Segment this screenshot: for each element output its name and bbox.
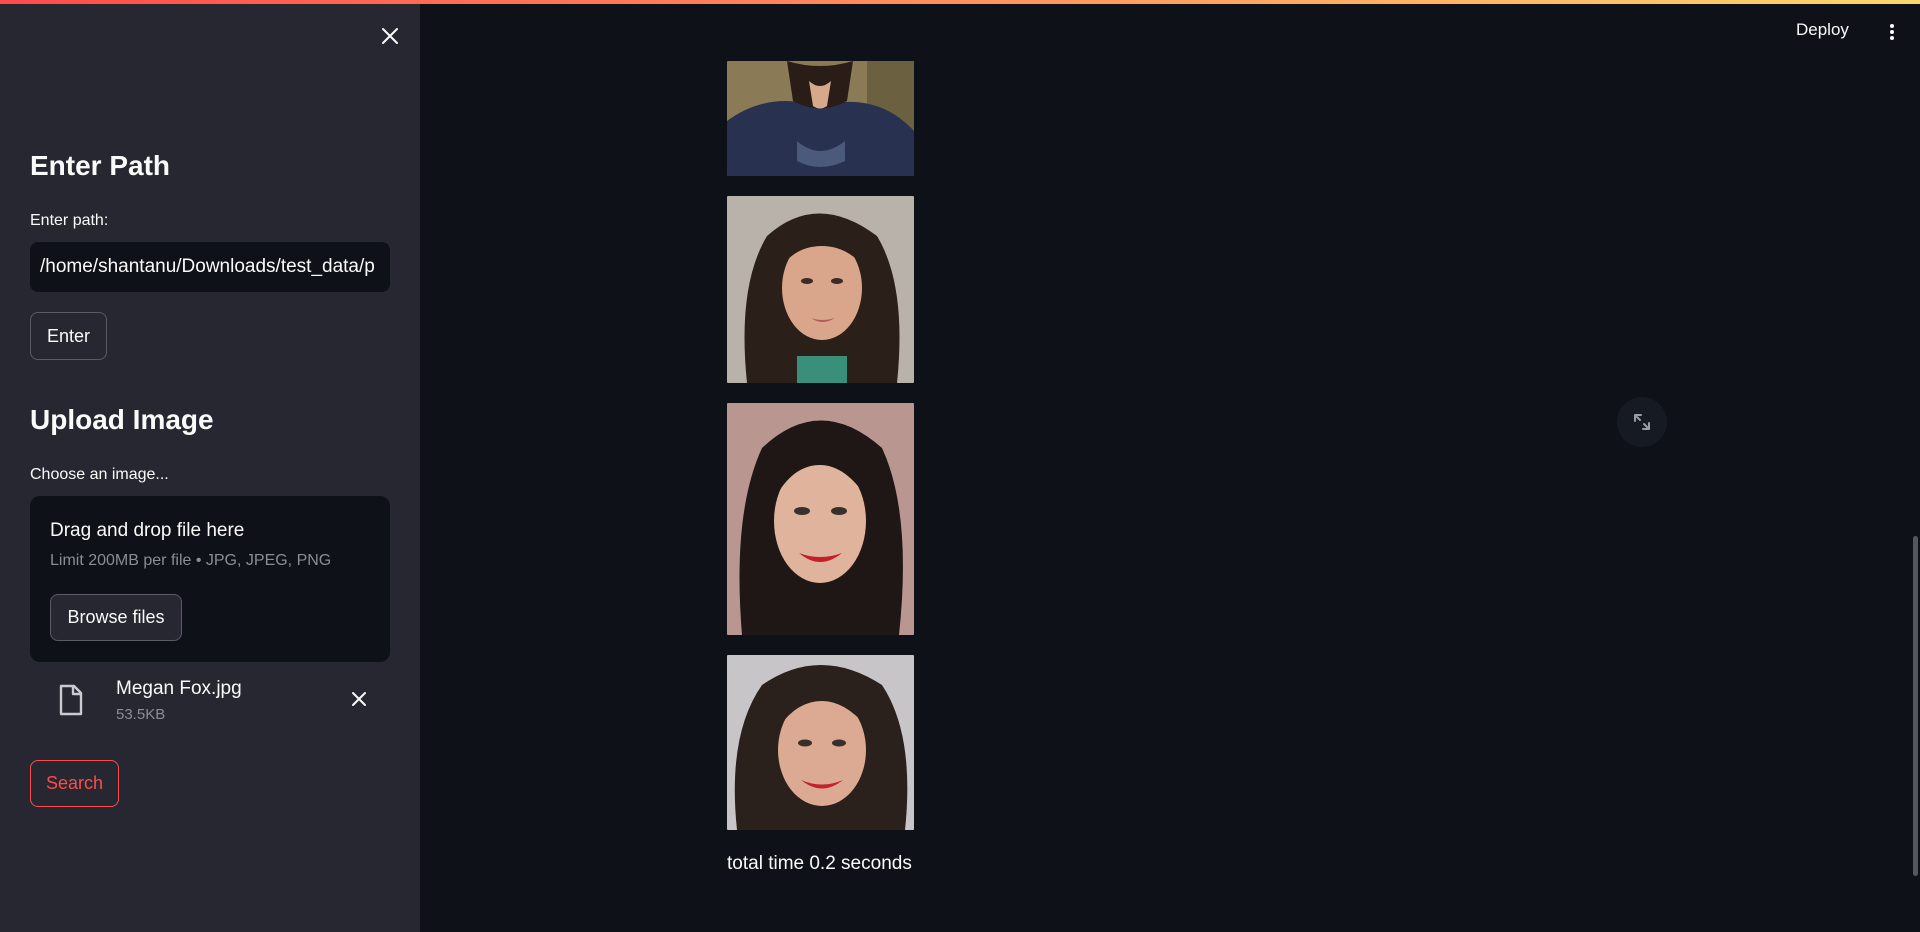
kebab-dot <box>1890 30 1894 34</box>
uploaded-file-item: Megan Fox.jpg 53.5KB <box>30 668 390 728</box>
kebab-menu-icon <box>1890 24 1894 28</box>
close-icon <box>382 28 398 44</box>
upload-field-label: Choose an image... <box>30 466 169 483</box>
dropzone-title: Drag and drop file here <box>50 520 245 541</box>
result-image-3 <box>727 403 914 635</box>
scrollbar-thumb[interactable] <box>1913 536 1918 876</box>
sidebar: Enter Path Enter path: /home/shantanu/Do… <box>0 0 420 932</box>
path-input-value: /home/shantanu/Downloads/test_data/p <box>40 256 375 277</box>
result-image-2 <box>727 196 914 383</box>
fullscreen-icon <box>1634 414 1650 430</box>
result-image-4 <box>727 655 914 830</box>
close-icon <box>352 692 366 706</box>
enter-path-heading: Enter Path <box>30 150 171 181</box>
deploy-button[interactable]: Deploy <box>1796 20 1849 40</box>
uploaded-file-name: Megan Fox.jpg <box>116 678 242 699</box>
total-time-text: total time 0.2 seconds <box>727 853 912 874</box>
file-icon <box>59 684 83 716</box>
file-dropzone[interactable]: Drag and drop file here Limit 200MB per … <box>30 496 390 662</box>
result-image-1 <box>727 61 914 176</box>
search-button[interactable]: Search <box>30 760 119 807</box>
top-decoration-stripe <box>0 0 1920 4</box>
main-menu-button[interactable] <box>1884 20 1900 44</box>
kebab-dot <box>1890 36 1894 40</box>
uploaded-file-size: 53.5KB <box>116 706 166 723</box>
browse-files-button[interactable]: Browse files <box>50 594 182 641</box>
path-input[interactable]: /home/shantanu/Downloads/test_data/p <box>30 242 390 292</box>
path-field-label: Enter path: <box>30 212 109 229</box>
fullscreen-button[interactable] <box>1617 397 1667 447</box>
enter-button[interactable]: Enter <box>30 312 107 360</box>
close-sidebar-button[interactable] <box>374 22 406 50</box>
upload-image-heading: Upload Image <box>30 404 214 435</box>
remove-file-button[interactable] <box>346 686 372 712</box>
dropzone-hint: Limit 200MB per file • JPG, JPEG, PNG <box>50 552 332 569</box>
